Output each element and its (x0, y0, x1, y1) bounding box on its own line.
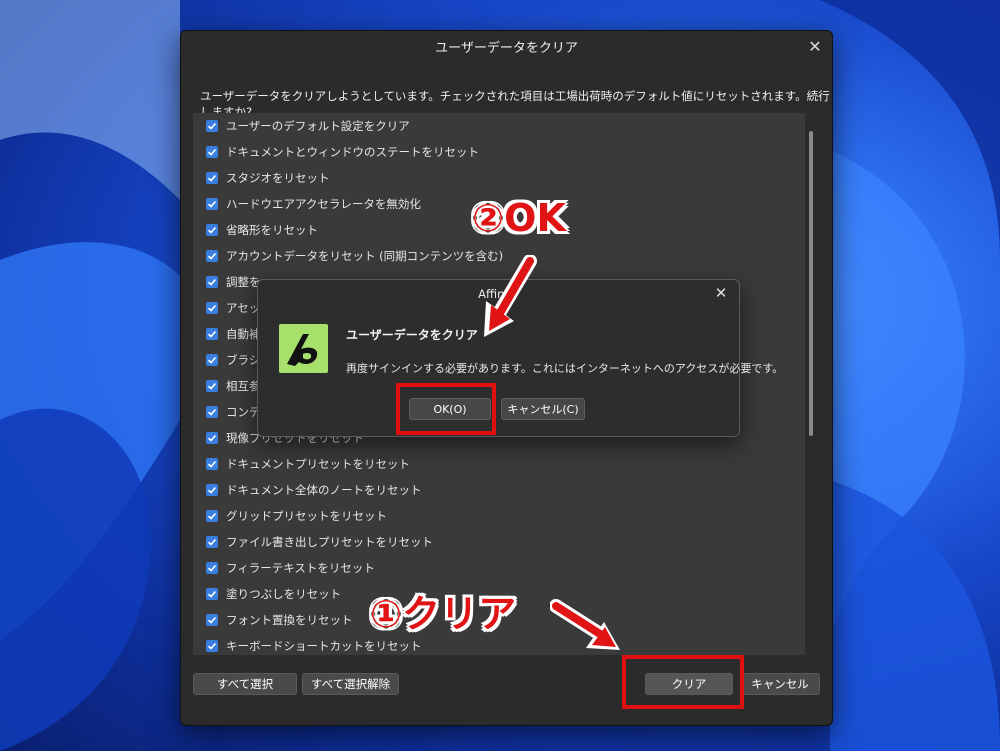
list-item[interactable]: スタジオをリセット (193, 165, 805, 191)
close-icon[interactable]: ✕ (711, 283, 731, 303)
checkbox[interactable] (206, 276, 218, 288)
checkbox[interactable] (206, 588, 218, 600)
checkbox[interactable] (206, 432, 218, 444)
checkbox[interactable] (206, 328, 218, 340)
list-item[interactable]: ドキュメント全体のノートをリセット (193, 477, 805, 503)
checkbox[interactable] (206, 406, 218, 418)
item-label: 調整を (226, 275, 261, 289)
item-label: グリッドプリセットをリセット (226, 509, 387, 523)
item-label: ユーザーのデフォルト設定をクリア (226, 119, 410, 133)
item-label: ハードウエアアクセラレータを無効化 (226, 197, 421, 211)
item-label: 相互参 (226, 379, 261, 393)
modal-cancel-button[interactable]: キャンセル(C) (501, 398, 585, 420)
checkbox[interactable] (206, 510, 218, 522)
dialog-title: ユーザーデータをクリア (435, 40, 578, 56)
affinity-app-icon (279, 324, 328, 373)
step2-annotation: ②OK (472, 196, 566, 240)
arrow-to-clear-icon (550, 599, 620, 650)
item-label: アカウントデータをリセット (同期コンテンツを含む) (226, 249, 504, 263)
checkbox[interactable] (206, 120, 218, 132)
checkbox[interactable] (206, 614, 218, 626)
item-label: フォント置換をリセット (226, 613, 353, 627)
item-label: フィラーテキストをリセット (226, 561, 375, 575)
item-label: 塗りつぶしをリセット (226, 587, 342, 601)
item-label: 自動補 (226, 327, 261, 341)
close-icon[interactable]: ✕ (804, 35, 826, 57)
list-item[interactable]: ドキュメントプリセットをリセット (193, 451, 805, 477)
item-label: ドキュメントプリセットをリセット (226, 457, 410, 471)
checkbox[interactable] (206, 640, 218, 652)
list-item[interactable]: グリッドプリセットをリセット (193, 503, 805, 529)
ok-highlight-box (396, 383, 496, 435)
checkbox[interactable] (206, 562, 218, 574)
checkbox[interactable] (206, 536, 218, 548)
arrow-to-ok-icon (484, 255, 537, 337)
step1-annotation: ①クリア (370, 592, 517, 636)
item-label: 省略形をリセット (226, 223, 318, 237)
item-label: ドキュメント全体のノートをリセット (226, 483, 422, 497)
checkbox[interactable] (206, 172, 218, 184)
deselect-all-button[interactable]: すべて選択解除 (302, 673, 399, 695)
checkbox[interactable] (206, 484, 218, 496)
list-item[interactable]: ドキュメントとウィンドウのステートをリセット (193, 139, 805, 165)
checkbox[interactable] (206, 458, 218, 470)
clear-highlight-box (622, 655, 744, 709)
modal-heading: ユーザーデータをクリア (346, 328, 478, 342)
checkbox[interactable] (206, 146, 218, 158)
dialog-titlebar: ユーザーデータをクリア ✕ (181, 31, 832, 61)
checkbox[interactable] (206, 224, 218, 236)
checkbox[interactable] (206, 380, 218, 392)
cancel-button[interactable]: キャンセル (740, 673, 820, 695)
list-item[interactable]: ファイル書き出しプリセットをリセット (193, 529, 805, 555)
item-label: キーボードショートカットをリセット (226, 639, 422, 653)
item-label: ドキュメントとウィンドウのステートをリセット (226, 145, 479, 159)
checkbox[interactable] (206, 198, 218, 210)
list-item[interactable]: ユーザーのデフォルト設定をクリア (193, 113, 805, 139)
item-label: スタジオをリセット (226, 171, 330, 185)
select-all-button[interactable]: すべて選択 (193, 673, 297, 695)
list-scrollbar[interactable] (809, 131, 813, 436)
checkbox[interactable] (206, 302, 218, 314)
modal-message: 再度サインインする必要があります。これにはインターネットへのアクセスが必要です。 (346, 362, 784, 375)
list-item[interactable]: フィラーテキストをリセット (193, 555, 805, 581)
checkbox[interactable] (206, 354, 218, 366)
item-label: ファイル書き出しプリセットをリセット (226, 535, 433, 549)
checkbox[interactable] (206, 250, 218, 262)
